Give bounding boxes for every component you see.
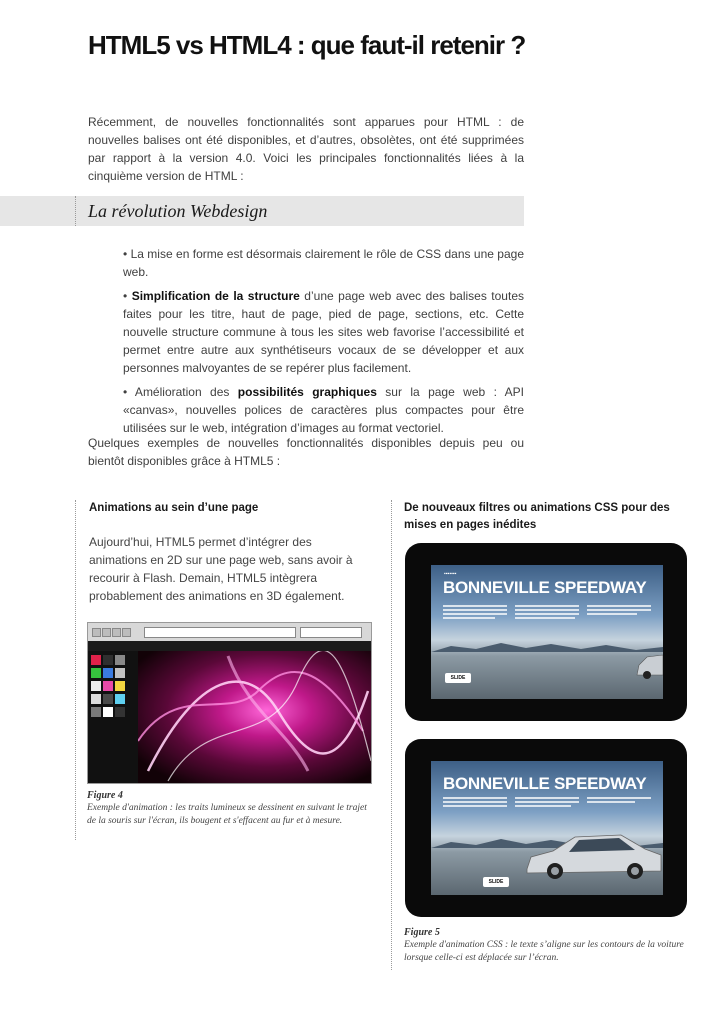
bullet-bold: Simplification de la structure — [131, 289, 300, 303]
site-header-bar — [88, 641, 371, 651]
slide-button: SLIDE — [483, 877, 509, 887]
bullet-prefix: • — [123, 289, 132, 303]
outro-paragraph: Quelques exemples de nouvelles fonctionn… — [88, 436, 524, 468]
bullet-text: • La mise en forme est désormais clairem… — [123, 247, 524, 279]
tablet-kicker: ▪▪▪▪▪▪▪ — [444, 571, 457, 577]
home-icon — [122, 628, 131, 637]
tablet-headline: BONNEVILLE SPEEDWAY — [443, 774, 647, 793]
tablet-headline: BONNEVILLE SPEEDWAY — [443, 578, 647, 597]
left-column-title: Animations au sein d’une page — [89, 502, 259, 514]
bullet-item: • Simplification de la structure d’une p… — [123, 287, 524, 377]
reload-icon — [112, 628, 121, 637]
address-bar — [144, 627, 296, 638]
search-bar — [300, 627, 362, 638]
right-column-dotted-rule — [391, 500, 392, 970]
right-column-title: De nouveaux filtres ou animations CSS po… — [404, 502, 670, 531]
mountain-silhouette — [431, 643, 663, 652]
animation-canvas — [137, 649, 371, 783]
browser-screenshot — [87, 622, 372, 784]
slide-button: SLIDE — [445, 673, 471, 683]
intro-paragraph: Récemment, de nouvelles fonctionnalités … — [88, 115, 524, 183]
bullet-bold: possibilités graphiques — [237, 385, 377, 399]
tablet-image-2: BONNEVILLE SPEEDWAY SLIDE — [405, 739, 687, 917]
bullet-item: • Amélioration des possibilités graphiqu… — [123, 383, 524, 437]
bullet-list: • La mise en forme est désormais clairem… — [123, 245, 524, 443]
bullet-prefix: • Amélioration des — [123, 385, 238, 399]
section-title: La révolution Webdesign — [88, 201, 268, 221]
site-sidebar — [88, 651, 138, 783]
figure-4-caption: Exemple d'animation : les traits lumineu… — [87, 803, 367, 826]
figure-4-label: Figure 4 — [87, 790, 123, 801]
car-graphic — [636, 654, 663, 679]
left-column-text: Aujourd’hui, HTML5 permet d’intégrer des… — [89, 535, 353, 603]
car-graphic — [526, 834, 662, 879]
tablet-image-1: ▪▪▪▪▪▪▪ BONNEVILLE SPEEDWAY SLIDE — [405, 543, 687, 721]
page-title: HTML5 vs HTML4 : que faut-il retenir ? — [88, 30, 526, 60]
figure-5-label: Figure 5 — [404, 927, 440, 938]
forward-icon — [102, 628, 111, 637]
tablet-screen: BONNEVILLE SPEEDWAY SLIDE — [431, 761, 663, 895]
section-dotted-rule — [75, 196, 76, 226]
figure-5-caption: Exemple d'animation CSS : le texte s’ali… — [404, 940, 684, 963]
left-column-dotted-rule — [75, 500, 76, 840]
tablet-screen: ▪▪▪▪▪▪▪ BONNEVILLE SPEEDWAY SLIDE — [431, 565, 663, 699]
back-icon — [92, 628, 101, 637]
light-trails-graphic — [137, 649, 371, 782]
bullet-item: • La mise en forme est désormais clairem… — [123, 245, 524, 281]
